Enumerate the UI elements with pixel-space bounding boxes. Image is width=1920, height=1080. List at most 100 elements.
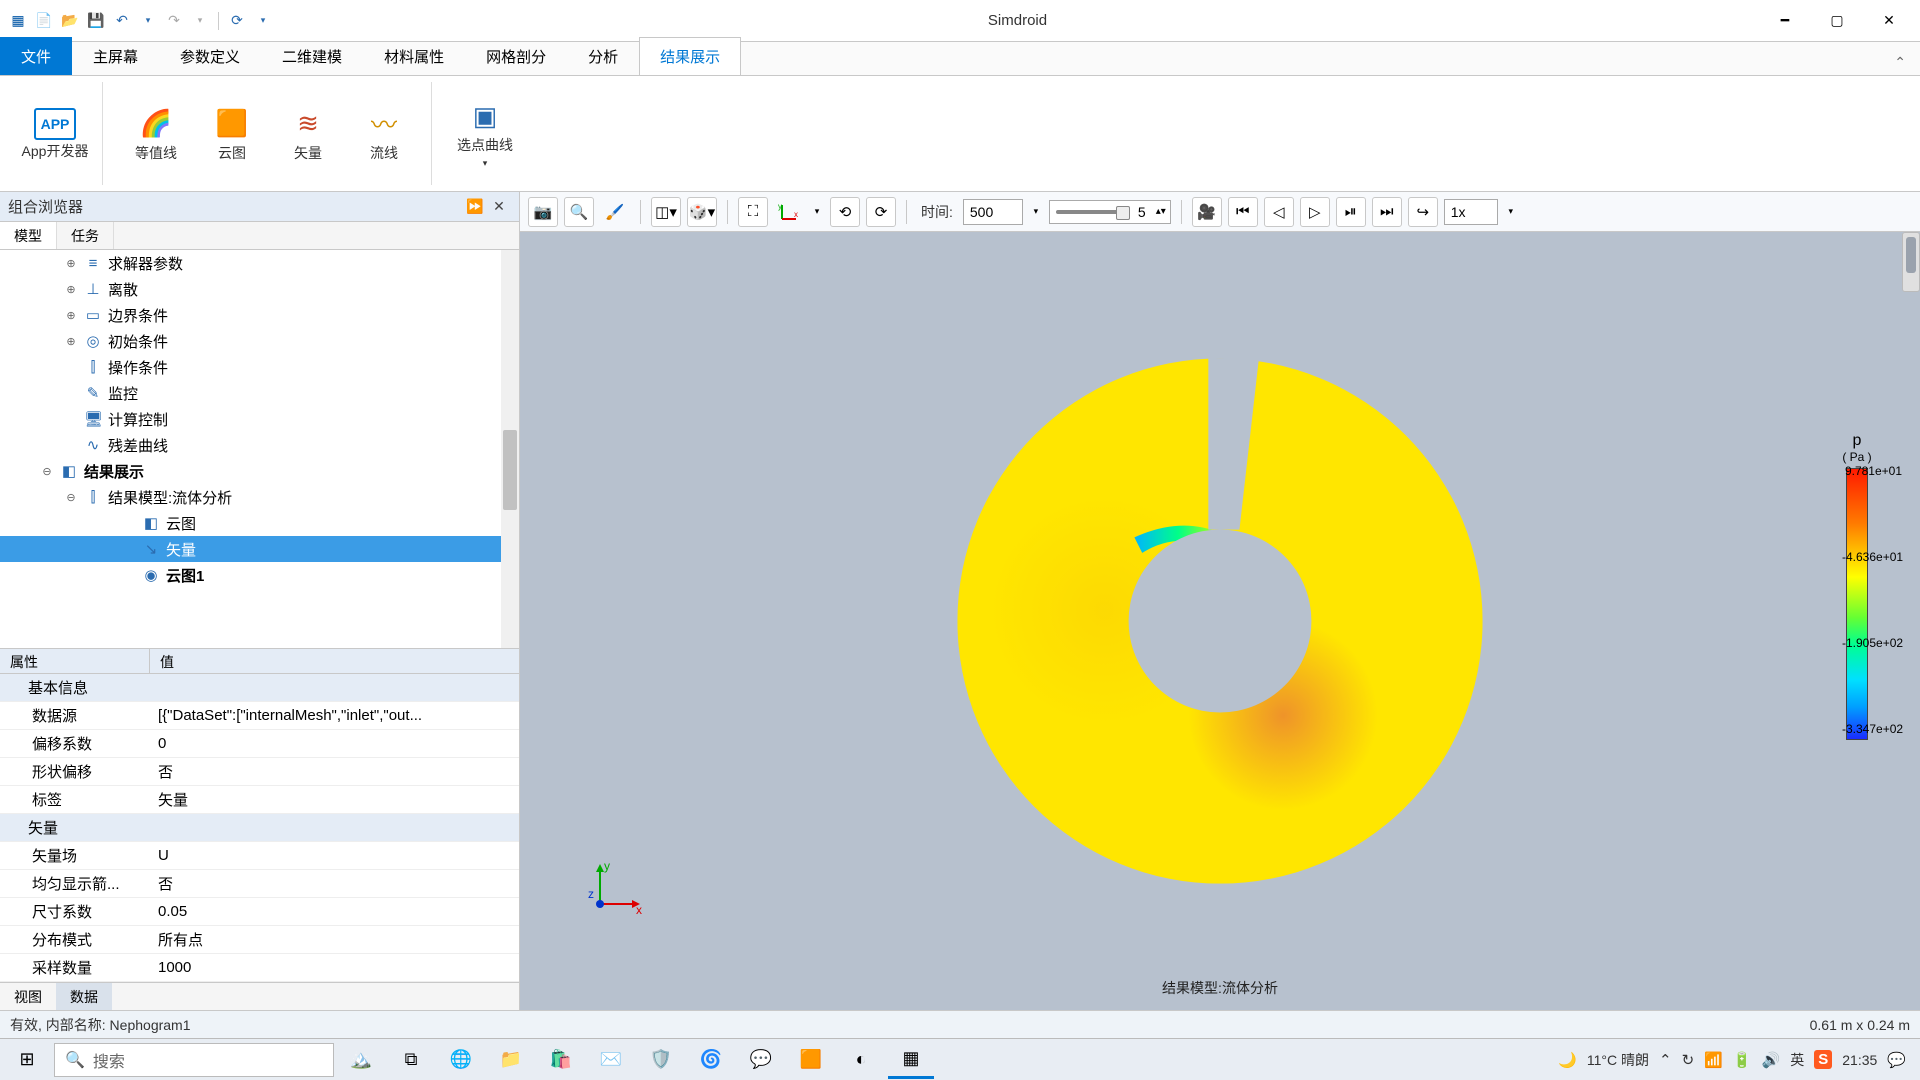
mail-icon[interactable]: ✉️ — [588, 1041, 634, 1079]
time-input[interactable] — [963, 199, 1023, 225]
notifications-icon[interactable]: 💬 — [1887, 1051, 1906, 1069]
prop-value[interactable]: 否 — [150, 758, 519, 785]
sync-icon[interactable]: ↻ — [1682, 1051, 1695, 1069]
nephogram-button[interactable]: 🟧云图 — [197, 86, 267, 181]
taskbar-search[interactable]: 🔍 搜索 — [54, 1043, 334, 1077]
subtab-model[interactable]: 模型 — [0, 222, 57, 249]
expand-icon[interactable]: ⊕ — [64, 283, 78, 296]
prop-value[interactable]: 矢量 — [150, 786, 519, 813]
streamline-button[interactable]: 〰流线 — [349, 86, 419, 181]
point-curve-button[interactable]: ▣选点曲线▾ — [450, 86, 520, 181]
tree-item[interactable]: ↘矢量 — [0, 536, 519, 562]
prop-value[interactable]: 1000 — [150, 956, 519, 979]
props-row[interactable]: 尺寸系数0.05 — [0, 898, 519, 926]
speed-input[interactable] — [1444, 199, 1498, 225]
rotate-cw-button[interactable]: ⟳ — [866, 197, 896, 227]
browser-close-icon[interactable]: ✕ — [487, 198, 511, 215]
clear-button[interactable]: 🖌️ — [600, 197, 630, 227]
vector-button[interactable]: ≋矢量 — [273, 86, 343, 181]
clock[interactable]: 21:35 — [1842, 1052, 1877, 1068]
tab-parameters[interactable]: 参数定义 — [159, 37, 261, 75]
wechat-icon[interactable]: 💬 — [738, 1041, 784, 1079]
prop-value[interactable]: 0.05 — [150, 900, 519, 923]
security-icon[interactable]: 🛡️ — [638, 1041, 684, 1079]
ime-indicator[interactable]: 英 — [1790, 1050, 1804, 1070]
tree-item[interactable]: ⫿操作条件 — [0, 354, 519, 380]
volume-icon[interactable]: 🔊 — [1762, 1051, 1781, 1069]
tree-scrollbar[interactable] — [501, 250, 519, 648]
time-dropdown-icon[interactable]: ▾ — [1029, 197, 1043, 227]
fit-button[interactable]: ⛶ — [738, 197, 768, 227]
expand-icon[interactable]: ⊖ — [40, 465, 54, 478]
play-button[interactable]: ▷ — [1300, 197, 1330, 227]
tree-item[interactable]: ◉云图1 — [0, 562, 519, 588]
minimize-button[interactable]: ━ — [1762, 6, 1808, 36]
slider-track[interactable] — [1056, 210, 1126, 214]
tree-item[interactable]: 🖥计算控制 — [0, 406, 519, 432]
undo-dropdown-icon[interactable]: ▾ — [136, 9, 160, 33]
viewport-canvas[interactable]: y x z 结果模型:流体分析 p ( Pa ) 9.781e+01 -4.63… — [520, 232, 1920, 1010]
refresh-icon[interactable]: ⟳ — [225, 9, 249, 33]
bottom-tab-data[interactable]: 数据 — [56, 983, 112, 1010]
sogou-ime-icon[interactable]: S — [1814, 1050, 1832, 1069]
view-cube-button[interactable]: ◫▾ — [651, 197, 681, 227]
loop-button[interactable]: ↪ — [1408, 197, 1438, 227]
time-slider[interactable]: 5 ▴▾ — [1049, 200, 1171, 224]
props-row[interactable]: 偏移系数0 — [0, 730, 519, 758]
open-icon[interactable]: 📂 — [58, 9, 82, 33]
axes-button[interactable]: yx — [774, 197, 804, 227]
save-icon[interactable]: 💾 — [84, 9, 108, 33]
weather-icon[interactable]: 🌙 — [1558, 1051, 1577, 1069]
prev-frame-button[interactable]: ◁ — [1264, 197, 1294, 227]
record-button[interactable]: 🎥 — [1192, 197, 1222, 227]
bottom-tab-view[interactable]: 视图 — [0, 983, 56, 1010]
prop-value[interactable]: 0 — [150, 732, 519, 755]
screenshot-button[interactable]: 📷 — [528, 197, 558, 227]
store-icon[interactable]: 🛍️ — [538, 1041, 584, 1079]
tree-item[interactable]: ◧云图 — [0, 510, 519, 536]
tab-mesh[interactable]: 网格剖分 — [465, 37, 567, 75]
tab-results[interactable]: 结果展示 — [639, 37, 741, 75]
expand-icon[interactable]: ⊕ — [64, 257, 78, 270]
tab-file[interactable]: 文件 — [0, 37, 72, 75]
props-row[interactable]: 数据源[{"DataSet":["internalMesh","inlet","… — [0, 702, 519, 730]
expand-icon[interactable]: ⊕ — [64, 309, 78, 322]
props-row[interactable]: 均匀显示箭...否 — [0, 870, 519, 898]
axes-dropdown-icon[interactable]: ▾ — [810, 197, 824, 227]
tree-item[interactable]: ⊕≡求解器参数 — [0, 250, 519, 276]
rotate-ccw-button[interactable]: ⟲ — [830, 197, 860, 227]
new-icon[interactable]: 📄 — [32, 9, 56, 33]
props-row[interactable]: 矢量场U — [0, 842, 519, 870]
expand-icon[interactable]: ⊖ — [64, 491, 78, 504]
app-developer-button[interactable]: APP App开发器 — [20, 86, 90, 181]
weather-text[interactable]: 11°C 晴朗 — [1587, 1050, 1649, 1070]
redo-dropdown-icon[interactable]: ▾ — [188, 9, 212, 33]
tree-item[interactable]: ⊖◧结果展示 — [0, 458, 519, 484]
browser-icon[interactable]: 🌀 — [688, 1041, 734, 1079]
prop-value[interactable]: 否 — [150, 870, 519, 897]
tree-item[interactable]: ⊕⊥离散 — [0, 276, 519, 302]
office-icon[interactable]: 🟧 — [788, 1041, 834, 1079]
tree-item[interactable]: ∿残差曲线 — [0, 432, 519, 458]
collapse-ribbon-icon[interactable]: ⌃ — [1880, 50, 1920, 75]
scenery-icon[interactable]: 🏔️ — [338, 1041, 384, 1079]
start-button[interactable]: ⊞ — [4, 1041, 50, 1079]
battery-icon[interactable]: 🔋 — [1733, 1051, 1752, 1069]
app-icon-1[interactable]: ◐ — [838, 1041, 884, 1079]
tab-home[interactable]: 主屏幕 — [72, 37, 159, 75]
undo-icon[interactable]: ↶ — [110, 9, 134, 33]
browser-expand-icon[interactable]: ⏩ — [463, 198, 487, 215]
redo-icon[interactable]: ↷ — [162, 9, 186, 33]
last-frame-button[interactable]: ⏭ — [1372, 197, 1402, 227]
tree-item[interactable]: ⊖⫿结果模型:流体分析 — [0, 484, 519, 510]
props-row[interactable]: 分布模式所有点 — [0, 926, 519, 954]
prop-value[interactable]: U — [150, 844, 519, 867]
props-row[interactable]: 标签矢量 — [0, 786, 519, 814]
tree-item[interactable]: ✎监控 — [0, 380, 519, 406]
maximize-button[interactable]: ▢ — [1814, 6, 1860, 36]
tab-material[interactable]: 材料属性 — [363, 37, 465, 75]
subtab-tasks[interactable]: 任务 — [57, 222, 114, 249]
color-cube-button[interactable]: 🎲▾ — [687, 197, 717, 227]
chevron-up-icon[interactable]: ⌃ — [1659, 1051, 1672, 1069]
tree-item[interactable]: ⊕◎初始条件 — [0, 328, 519, 354]
